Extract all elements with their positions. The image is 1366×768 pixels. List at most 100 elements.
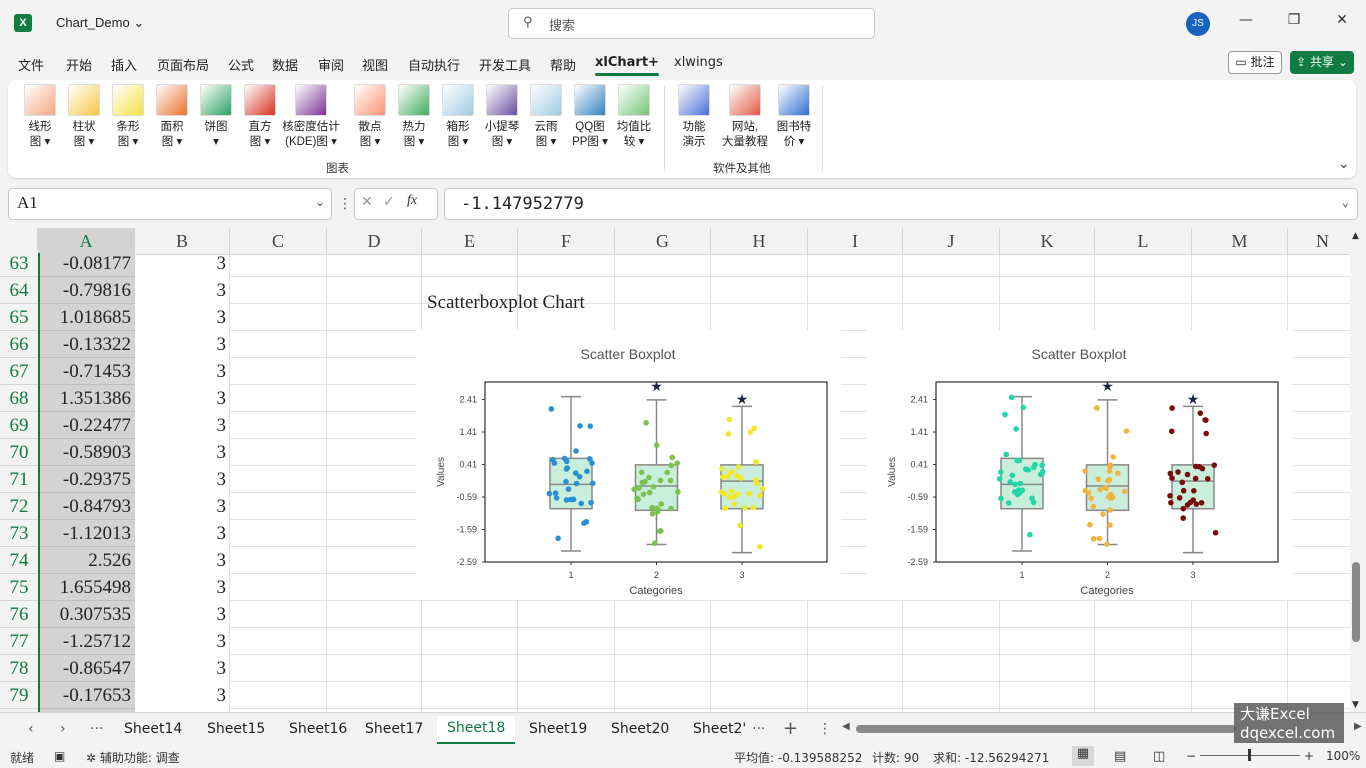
menu-tab-3[interactable]: 页面布局 <box>157 55 209 74</box>
menu-tab-10[interactable]: 帮助 <box>550 55 576 74</box>
ribbon-button-column-chart[interactable]: 柱状 图 ▾ <box>62 84 106 150</box>
next-sheet-icon[interactable]: › <box>60 721 66 737</box>
sheet-tab-sheet16[interactable]: Sheet16 <box>289 721 347 737</box>
ribbon-button-area-chart[interactable]: 面积 图 ▾ <box>150 84 194 150</box>
cell-b[interactable]: 3 <box>136 412 230 439</box>
cell-a[interactable]: -0.22477 <box>40 412 135 439</box>
cell-a[interactable]: -0.29375 <box>40 466 135 493</box>
row-header[interactable]: 70 <box>0 439 38 466</box>
ribbon-button-bar-chart[interactable]: 条形 图 ▾ <box>106 84 150 150</box>
ribbon-button-house[interactable]: 网站, 大量教程 <box>718 84 772 150</box>
comment-button[interactable]: ▭ 批注 <box>1228 51 1282 74</box>
sheet-tab-sheet18[interactable]: Sheet18 <box>437 716 516 744</box>
row-header[interactable]: 65 <box>0 304 38 331</box>
row-header[interactable]: 71 <box>0 466 38 493</box>
ribbon-button-mean-compare[interactable]: 均值比 较 ▾ <box>612 84 656 150</box>
cell-a[interactable]: -0.79816 <box>40 277 135 304</box>
add-sheet-icon[interactable]: + <box>783 718 798 739</box>
row-header[interactable]: 75 <box>0 574 38 601</box>
page-break-icon[interactable]: ◫ <box>1153 749 1165 764</box>
ribbon-button-raincloud[interactable]: 云雨 图 ▾ <box>524 84 568 150</box>
minimize-icon[interactable]: — <box>1236 12 1256 28</box>
scroll-right-icon[interactable]: ▶ <box>1354 721 1362 732</box>
name-box[interactable]: A1 ⌄ <box>8 188 332 220</box>
ribbon-collapse-icon[interactable]: ⌄ <box>1338 156 1350 172</box>
menu-tab-0[interactable]: 文件 <box>18 55 44 74</box>
ribbon-button-qq-plot[interactable]: QQ图 PP图 ▾ <box>568 84 612 150</box>
cell-b[interactable]: 3 <box>136 655 230 682</box>
cell-a[interactable]: 0.307535 <box>40 601 135 628</box>
close-icon[interactable]: ✕ <box>1332 12 1352 28</box>
cell-b[interactable]: 3 <box>136 547 230 574</box>
row-header[interactable]: 76 <box>0 601 38 628</box>
more-icon[interactable]: ⋮ <box>818 721 832 737</box>
menu-tab-9[interactable]: 开发工具 <box>479 55 531 74</box>
ribbon-button-heatmap[interactable]: 热力 图 ▾ <box>392 84 436 150</box>
cell-b[interactable]: 3 <box>136 520 230 547</box>
sheet-tab-sheet19[interactable]: Sheet19 <box>529 721 587 737</box>
row-header[interactable]: 73 <box>0 520 38 547</box>
sheet-tab-sheet2'[interactable]: Sheet2' <box>693 721 746 737</box>
ribbon-button-scatter[interactable]: 散点 图 ▾ <box>348 84 392 150</box>
document-title[interactable]: Chart_Demo ⌄ <box>56 15 144 31</box>
avatar[interactable]: JS <box>1186 12 1210 36</box>
cell-b[interactable]: 3 <box>136 466 230 493</box>
row-header[interactable]: 64 <box>0 277 38 304</box>
macro-record-icon[interactable]: ▣ <box>54 749 65 763</box>
ribbon-button-book[interactable]: 图书特 价 ▾ <box>772 84 816 150</box>
more-sheets-icon[interactable]: ··· <box>752 721 765 737</box>
row-header[interactable]: 66 <box>0 331 38 358</box>
menu-tab-4[interactable]: 公式 <box>228 55 254 74</box>
cell-a[interactable]: 1.655498 <box>40 574 135 601</box>
scatter-boxplot-chart-2[interactable]: Scatter Boxplot 2.41 1.41 0.41 -0.59 -1.59 -2.… <box>867 330 1292 600</box>
normal-view-icon[interactable]: ▦ <box>1072 746 1094 766</box>
horizontal-scroll-thumb[interactable] <box>856 725 1236 733</box>
ribbon-button-kde[interactable]: 核密度估计 (KDE)图 ▾ <box>278 84 344 150</box>
row-header[interactable]: 68 <box>0 385 38 412</box>
row-header[interactable]: 74 <box>0 547 38 574</box>
zoom-slider-handle[interactable] <box>1248 749 1251 761</box>
cell-b[interactable]: 3 <box>136 385 230 412</box>
cell-b[interactable]: 3 <box>136 277 230 304</box>
row-header[interactable]: 78 <box>0 655 38 682</box>
menu-tab-5[interactable]: 数据 <box>272 55 298 74</box>
cell-b[interactable]: 3 <box>136 439 230 466</box>
zoom-in-icon[interactable]: + <box>1304 749 1314 763</box>
menu-tab-11[interactable]: xlChart+ <box>595 55 659 76</box>
sheet-tab-sheet14[interactable]: Sheet14 <box>124 721 182 737</box>
vertical-scroll-thumb[interactable] <box>1352 562 1360 642</box>
sheet-tab-sheet15[interactable]: Sheet15 <box>207 721 265 737</box>
search-box[interactable]: ⚲ 搜索 <box>508 8 875 39</box>
share-button[interactable]: ⇪ 共享 ⌄ <box>1290 51 1354 74</box>
ribbon-button-line-chart[interactable]: 线形 图 ▾ <box>18 84 62 150</box>
scroll-left-icon[interactable]: ◀ <box>842 721 850 732</box>
cell-b[interactable]: 3 <box>136 574 230 601</box>
cell-b[interactable]: 3 <box>136 331 230 358</box>
scatter-boxplot-chart-1[interactable]: Scatter Boxplot 2.41 1.41 0.41 -0.59 -1.59 -2.… <box>416 330 841 600</box>
page-layout-icon[interactable]: ▤ <box>1114 749 1126 764</box>
cell-a[interactable]: 2.526 <box>40 547 135 574</box>
row-header[interactable]: 72 <box>0 493 38 520</box>
menu-tab-6[interactable]: 审阅 <box>318 55 344 74</box>
row-header[interactable]: 69 <box>0 412 38 439</box>
cancel-icon[interactable]: ✕ <box>361 194 373 210</box>
row-header[interactable]: 67 <box>0 358 38 385</box>
row-header[interactable]: 79 <box>0 682 38 709</box>
zoom-out-icon[interactable]: − <box>1186 749 1196 763</box>
scroll-up-icon[interactable]: ▲ <box>1352 231 1359 241</box>
cell-a[interactable]: -0.17653 <box>40 682 135 709</box>
cell-a[interactable]: -0.58903 <box>40 439 135 466</box>
cell-b[interactable]: 3 <box>136 682 230 709</box>
fx-icon[interactable]: fx <box>407 193 417 209</box>
ribbon-button-histogram[interactable]: 直方 图 ▾ <box>238 84 282 150</box>
cell-b[interactable]: 3 <box>136 493 230 520</box>
more-sheets-icon[interactable]: ··· <box>90 721 103 737</box>
ribbon-button-boxplot[interactable]: 箱形 图 ▾ <box>436 84 480 150</box>
cell-a[interactable]: -0.84793 <box>40 493 135 520</box>
cell-a[interactable]: -0.71453 <box>40 358 135 385</box>
cell-a[interactable]: 1.351386 <box>40 385 135 412</box>
cell-a[interactable]: -1.12013 <box>40 520 135 547</box>
formula-input[interactable]: -1.147952779 ⌄ <box>444 188 1358 220</box>
sheet-tab-sheet20[interactable]: Sheet20 <box>611 721 669 737</box>
row-header[interactable]: 77 <box>0 628 38 655</box>
